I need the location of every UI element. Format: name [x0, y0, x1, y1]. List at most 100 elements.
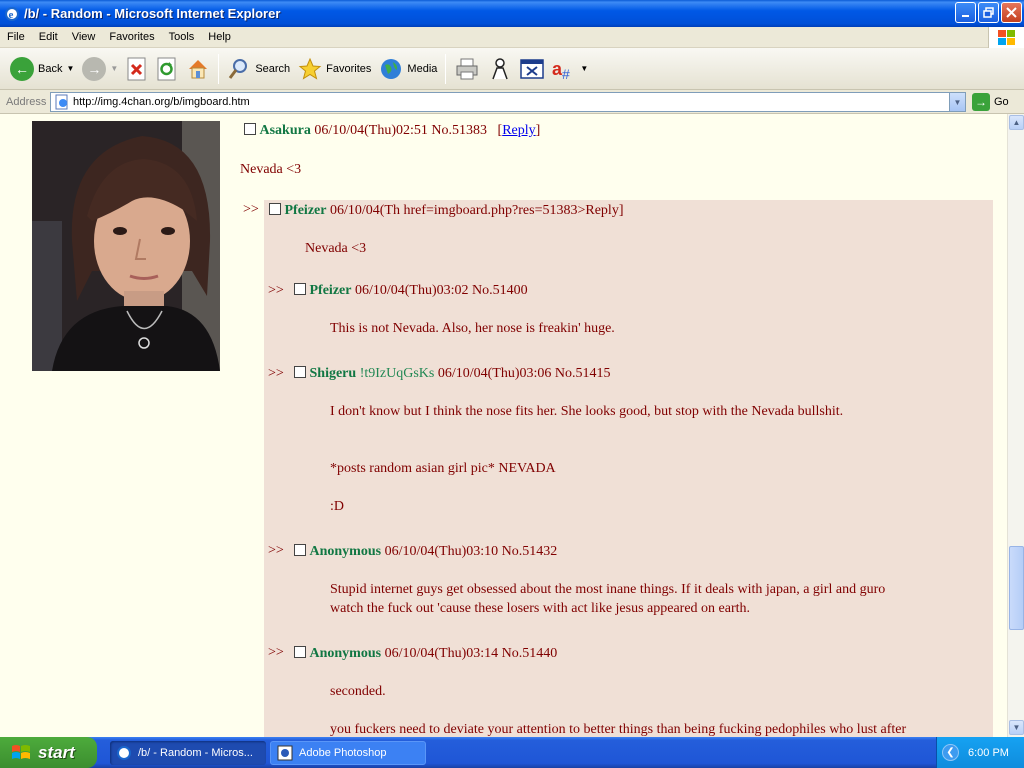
- back-dropdown-icon[interactable]: ▼: [66, 64, 74, 73]
- internet-explorer-icon: e: [5, 6, 19, 21]
- go-button[interactable]: → Go: [972, 93, 1009, 111]
- printer-icon: [456, 58, 478, 79]
- reply-post-number[interactable]: No.51432: [502, 544, 558, 559]
- taskbar-item-ie[interactable]: /b/ - Random - Micros...: [110, 741, 266, 765]
- reply-post-number[interactable]: No.51415: [555, 366, 611, 381]
- reply-poster-name: Pfeizer: [309, 283, 352, 298]
- standard-toolbar: ← Back ▼ → ▼ Search Favorites Media a # ▼: [0, 48, 1024, 90]
- reply-arrows: >>: [268, 366, 284, 381]
- restore-icon: [983, 7, 994, 18]
- reply-delete-checkbox[interactable]: [294, 646, 306, 658]
- tray-expand-icon[interactable]: ❮: [942, 744, 959, 761]
- reply-arrows: >>: [268, 283, 284, 298]
- op-datetime: 06/10/04(Thu)02:51: [314, 123, 428, 138]
- windows-logo-icon: [988, 27, 1024, 48]
- op-image[interactable]: [32, 121, 220, 371]
- reply-message: Nevada <3: [305, 241, 367, 256]
- home-icon: [189, 59, 208, 78]
- messenger-button[interactable]: [484, 52, 516, 86]
- reply-header: Pfeizer 06/10/04(Th href=imgboard.php?re…: [269, 203, 623, 219]
- op-post-number[interactable]: No.51383: [431, 123, 487, 138]
- star-icon: [298, 57, 322, 80]
- svg-text:e: e: [9, 9, 14, 21]
- address-dropdown-button[interactable]: ▼: [949, 93, 965, 111]
- address-input[interactable]: http://img.4chan.org/b/imgboard.htm ▼: [50, 92, 966, 112]
- reply-poster-name: Anonymous: [309, 646, 382, 661]
- refresh-icon: [157, 57, 176, 80]
- search-button[interactable]: Search: [223, 52, 294, 86]
- address-label: Address: [6, 95, 47, 108]
- op-reply-link[interactable]: Reply: [502, 123, 535, 138]
- toolbar-separator: [445, 53, 447, 84]
- reply-message-line: I don't know but I think the nose fits h…: [330, 404, 844, 419]
- taskbar-item-label: Adobe Photoshop: [299, 747, 387, 759]
- menu-edit[interactable]: Edit: [32, 31, 65, 43]
- scrollbar-thumb[interactable]: [1009, 546, 1024, 630]
- reply-arrows: >>: [268, 543, 284, 558]
- reply-delete-checkbox[interactable]: [269, 203, 281, 215]
- home-button[interactable]: [182, 52, 214, 86]
- forward-dropdown-icon[interactable]: ▼: [110, 64, 118, 73]
- reply-poster-name: Anonymous: [309, 544, 382, 559]
- start-button[interactable]: start: [0, 737, 97, 768]
- favorites-button[interactable]: Favorites: [294, 52, 375, 86]
- edit-button[interactable]: [516, 52, 548, 86]
- op-message: Nevada <3: [240, 162, 302, 177]
- reply-delete-checkbox[interactable]: [294, 366, 306, 378]
- edit-window-icon: [520, 58, 545, 79]
- vertical-scrollbar[interactable]: ▲ ▼: [1007, 114, 1024, 737]
- clock[interactable]: 6:00 PM: [968, 747, 1009, 759]
- refresh-button[interactable]: [152, 52, 182, 86]
- menu-file[interactable]: File: [0, 31, 32, 43]
- minimize-icon: [961, 14, 969, 17]
- translate-button[interactable]: a # ▼: [548, 52, 592, 86]
- reply-header: Anonymous 06/10/04(Thu)03:10 No.51432: [294, 544, 557, 560]
- reply-header: Shigeru !t9IzUqGsKs 06/10/04(Thu)03:06 N…: [294, 366, 611, 382]
- translate-dropdown-icon[interactable]: ▼: [580, 64, 588, 73]
- reply-message: This is not Nevada. Also, her nose is fr…: [330, 321, 615, 336]
- stop-button[interactable]: [122, 52, 152, 86]
- menu-favorites[interactable]: Favorites: [102, 31, 161, 43]
- menu-view[interactable]: View: [65, 31, 103, 43]
- media-globe-icon: [381, 58, 402, 79]
- restore-button[interactable]: [978, 2, 999, 23]
- op-delete-checkbox[interactable]: [244, 123, 256, 135]
- scroll-down-button[interactable]: ▼: [1009, 720, 1024, 735]
- back-arrow-icon: ←: [10, 56, 34, 81]
- system-tray: ❮ 6:00 PM: [936, 737, 1024, 768]
- reply-delete-checkbox[interactable]: [294, 283, 306, 295]
- reply-delete-checkbox[interactable]: [294, 544, 306, 556]
- reply-header: Pfeizer 06/10/04(Thu)03:02 No.51400: [294, 283, 528, 299]
- reply-datetime: 06/10/04(Thu)03:02: [354, 283, 469, 298]
- reply-message-line: *posts random asian girl pic* NEVADA: [330, 461, 556, 476]
- search-label: Search: [255, 62, 291, 75]
- print-button[interactable]: [450, 52, 484, 86]
- toolbar-separator: [218, 53, 220, 84]
- window-title-bar[interactable]: e /b/ - Random - Microsoft Internet Expl…: [0, 0, 1024, 27]
- taskbar-item-photoshop[interactable]: Adobe Photoshop: [270, 741, 426, 765]
- op-poster-name: Asakura: [259, 123, 311, 138]
- search-icon: [229, 58, 248, 79]
- go-arrow-icon: →: [972, 93, 990, 111]
- close-icon: [1006, 7, 1017, 18]
- reply-datetime: 06/10/04(Thu)03:14: [384, 646, 499, 661]
- reply-post-number[interactable]: No.51400: [472, 283, 528, 298]
- media-button[interactable]: Media: [375, 52, 441, 86]
- reply-datetime: 06/10/04(Thu)03:06: [437, 366, 552, 381]
- back-button[interactable]: ← Back ▼: [6, 52, 78, 86]
- menu-tools[interactable]: Tools: [162, 31, 202, 43]
- minimize-button[interactable]: [955, 2, 976, 23]
- scroll-up-button[interactable]: ▲: [1009, 115, 1024, 130]
- go-label: Go: [994, 96, 1009, 108]
- reply-tripcode: !t9IzUqGsKs: [359, 366, 435, 381]
- window-title: /b/ - Random - Microsoft Internet Explor…: [24, 6, 281, 21]
- taskbar: start /b/ - Random - Micros... Adobe Pho…: [0, 737, 1024, 768]
- address-bar: Address http://img.4chan.org/b/imgboard.…: [0, 90, 1024, 114]
- close-button[interactable]: [1001, 2, 1022, 23]
- forward-button[interactable]: → ▼: [78, 52, 122, 86]
- reply-post-number[interactable]: No.51440: [502, 646, 558, 661]
- menu-help[interactable]: Help: [201, 31, 238, 43]
- reply-arrows: >>: [268, 645, 284, 660]
- svg-text:#: #: [562, 66, 570, 81]
- forward-arrow-icon: →: [82, 56, 107, 81]
